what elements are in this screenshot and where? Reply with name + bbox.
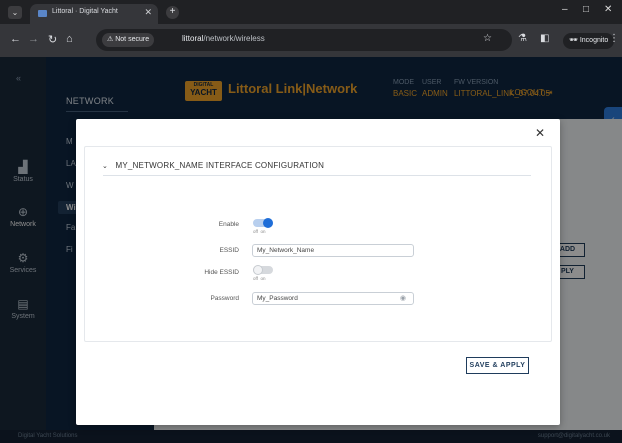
window-close-icon[interactable]: ✕ xyxy=(604,4,612,15)
interface-config-section: ⌄ MY_NETWORK_NAME INTERFACE CONFIGURATIO… xyxy=(84,146,552,342)
save-apply-button[interactable]: SAVE & APPLY xyxy=(466,357,529,374)
tab-close-icon[interactable]: ✕ xyxy=(144,7,152,18)
tab-title: Littoral · Digital Yacht xyxy=(52,8,118,15)
url-path: /network/wireless xyxy=(203,34,265,43)
section-title: MY_NETWORK_NAME INTERFACE CONFIGURATION xyxy=(115,161,325,170)
toggle-off-text: off xyxy=(253,229,258,234)
enable-toggle[interactable]: off on xyxy=(253,218,275,237)
incognito-badge[interactable]: 🕶 Incognito xyxy=(563,33,615,49)
url-text: littoral/network/wireless xyxy=(182,34,265,43)
section-divider xyxy=(103,175,531,176)
enable-label: Enable xyxy=(218,221,239,228)
password-input[interactable]: My_Password ◉ xyxy=(252,292,414,305)
essid-input[interactable]: My_Network_Name xyxy=(252,244,414,257)
interface-config-modal: ✕ ⌄ MY_NETWORK_NAME INTERFACE CONFIGURAT… xyxy=(76,119,560,425)
toggle-on-text: on xyxy=(260,229,266,234)
password-value: My_Password xyxy=(257,295,298,302)
toggle-knob xyxy=(253,265,263,275)
password-label: Password xyxy=(210,295,239,302)
hide-essid-toggle[interactable]: off on xyxy=(253,265,275,284)
eye-icon[interactable]: ◉ xyxy=(400,293,406,304)
toggle-on-text: on xyxy=(260,276,266,281)
toggle-knob xyxy=(263,218,273,228)
address-bar[interactable]: ⚠ Not secure littoral/network/wireless ☆ xyxy=(96,29,512,51)
sidepanel-icon[interactable]: ◧ xyxy=(540,33,549,44)
reload-icon[interactable]: ↻ xyxy=(48,33,57,46)
toggle-labels: off on xyxy=(253,276,265,281)
essid-label: ESSID xyxy=(219,247,239,254)
browser-tab[interactable]: Littoral · Digital Yacht ✕ xyxy=(30,4,158,24)
url-host: littoral xyxy=(182,34,204,43)
home-icon[interactable]: ⌂ xyxy=(66,33,73,45)
toggle-off-text: off xyxy=(253,276,258,281)
incognito-text: Incognito xyxy=(579,37,609,44)
browser-tab-bar: ⌄ Littoral · Digital Yacht ✕ + – □ ✕ xyxy=(0,0,622,24)
minimize-icon[interactable]: – xyxy=(562,4,568,15)
tab-search-icon[interactable]: ⌄ xyxy=(8,6,22,19)
bookmark-star-icon[interactable]: ☆ xyxy=(483,33,492,44)
chevron-down-icon: ⌄ xyxy=(102,163,109,170)
modal-close-icon[interactable]: ✕ xyxy=(535,126,545,140)
not-secure-badge[interactable]: ⚠ Not secure xyxy=(102,33,155,47)
browser-toolbar: ← → ↻ ⌂ ⚠ Not secure littoral/network/wi… xyxy=(0,24,622,57)
restore-icon[interactable]: □ xyxy=(583,4,589,15)
extension-icon[interactable]: ⚗ xyxy=(518,33,527,44)
section-header[interactable]: ⌄ MY_NETWORK_NAME INTERFACE CONFIGURATIO… xyxy=(102,161,324,170)
back-icon[interactable]: ← xyxy=(10,33,21,45)
toggle-labels: off on xyxy=(253,229,265,234)
browser-menu-icon[interactable]: ⋮ xyxy=(609,33,619,44)
hide-essid-label: Hide ESSID xyxy=(204,269,239,276)
web-page: « ▟ Status ⊕ Network ⚙ Services ▤ System… xyxy=(0,57,622,443)
new-tab-icon[interactable]: + xyxy=(166,6,179,19)
not-secure-text: Not secure xyxy=(115,36,150,43)
favicon-icon xyxy=(38,10,47,17)
forward-icon[interactable]: → xyxy=(28,33,39,45)
